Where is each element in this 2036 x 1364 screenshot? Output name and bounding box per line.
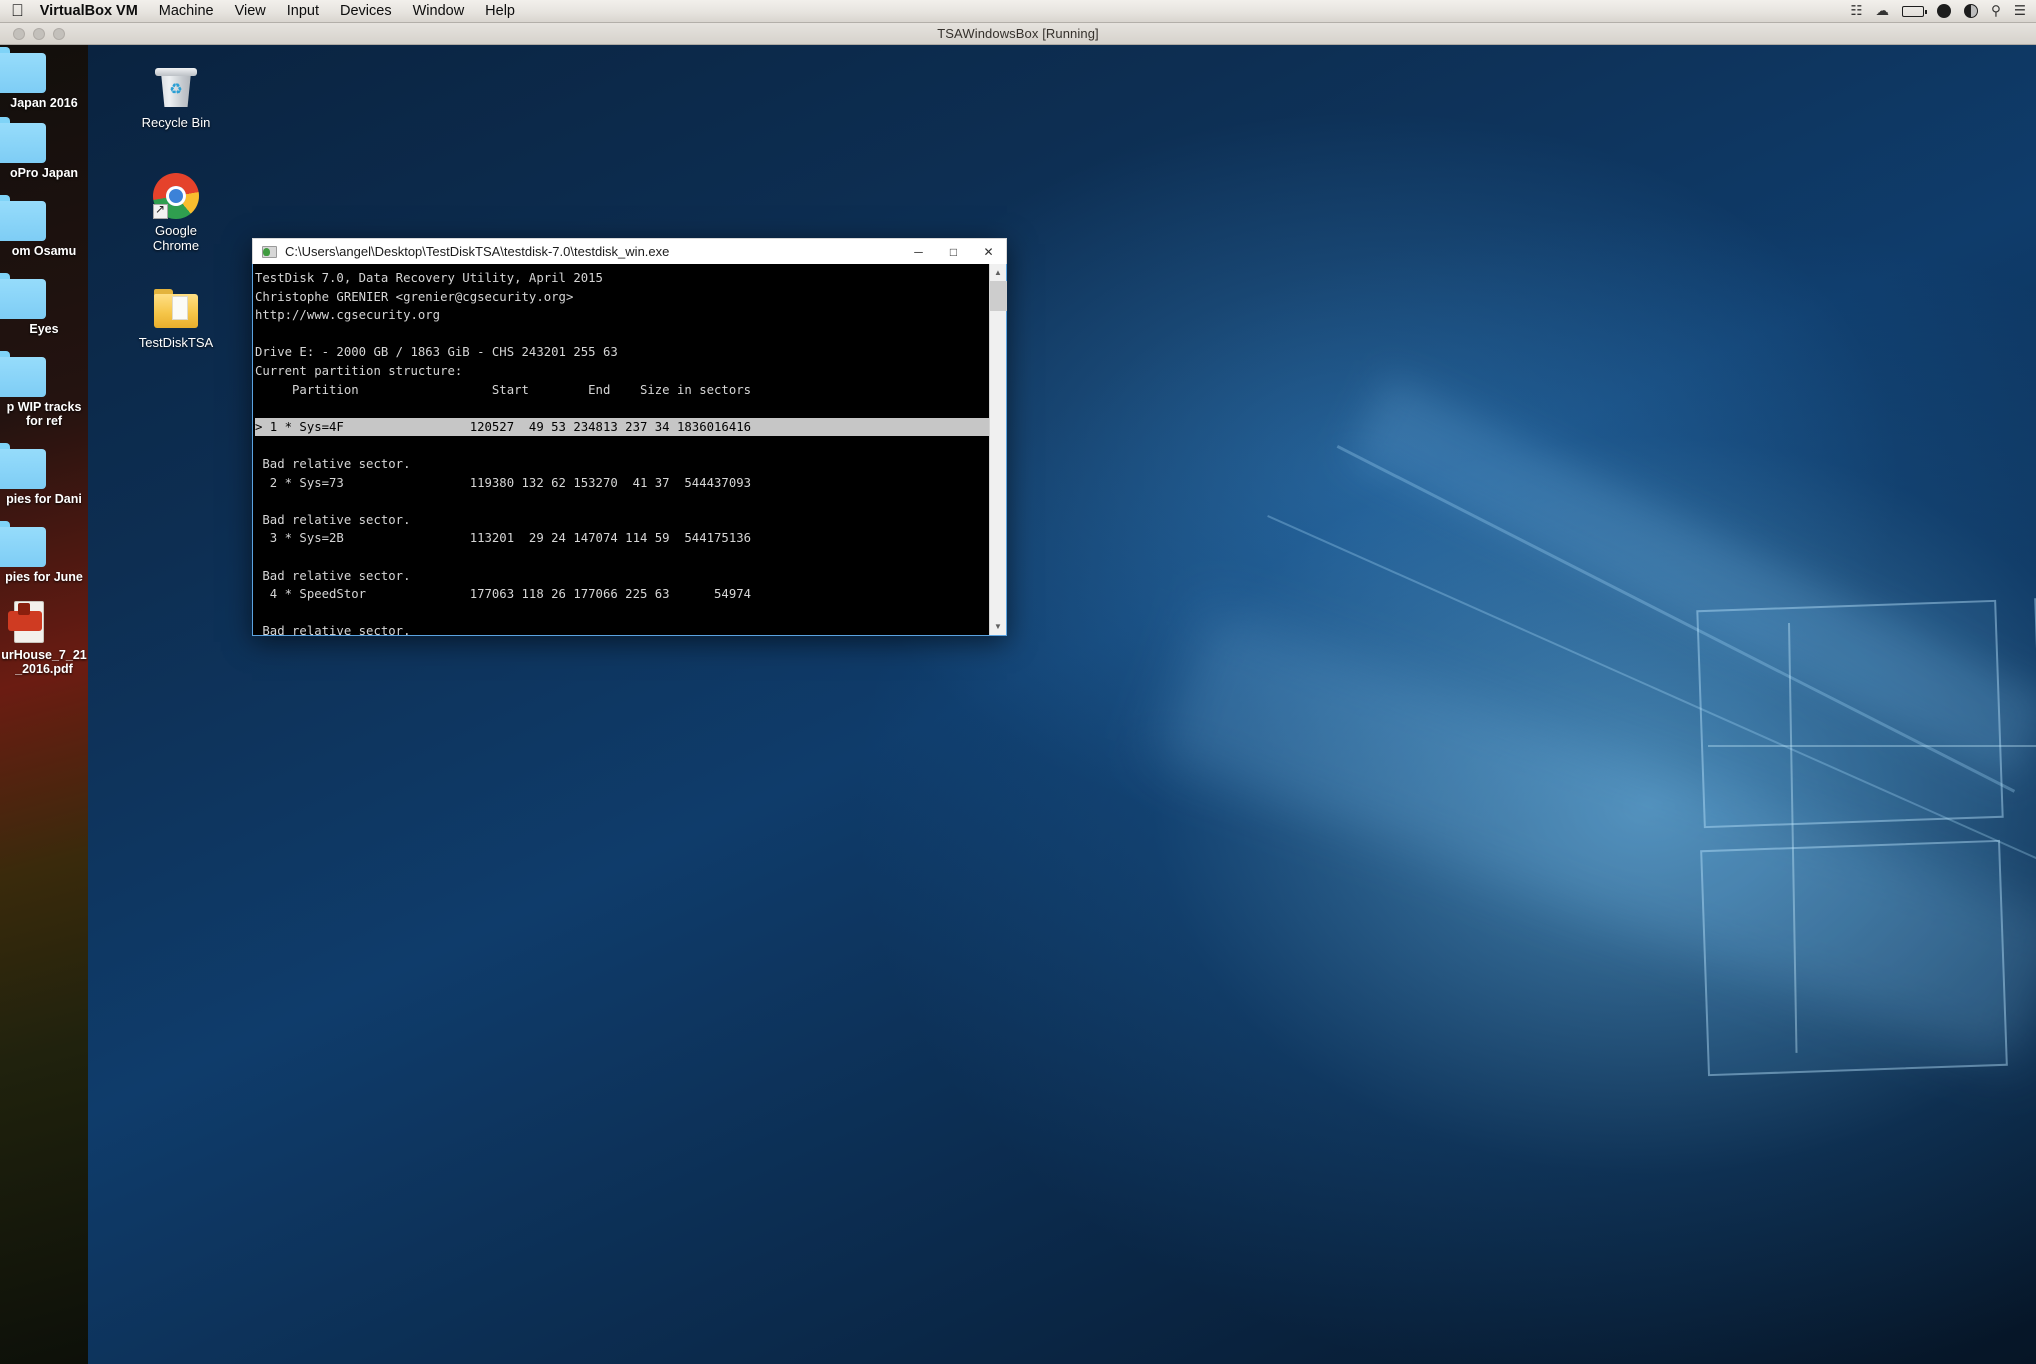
menu-machine[interactable]: Machine: [159, 3, 214, 19]
testdisk-scrollbar[interactable]: ▲ ▼: [989, 264, 1007, 635]
mac-folder-label: pies for June: [5, 570, 83, 584]
chrome-icon: [153, 173, 199, 219]
folder-icon: [0, 117, 46, 163]
mac-folder-label: om Osamu: [11, 244, 77, 258]
testdisk-console-window[interactable]: C:\Users\angel\Desktop\TestDiskTSA\testd…: [252, 238, 1007, 636]
folder-icon: [0, 351, 46, 397]
menu-input[interactable]: Input: [287, 3, 319, 19]
folder-icon: [0, 195, 46, 241]
menu-devices[interactable]: Devices: [340, 3, 392, 19]
mac-folder-wip-tracks[interactable]: p WIP tracks for ref: [0, 351, 88, 428]
desktop-icon-google-chrome[interactable]: Google Chrome: [130, 173, 222, 253]
desktop-icon-testdisktsa[interactable]: TestDiskTSA: [130, 287, 222, 350]
vm-window-titlebar[interactable]: TSAWindowsBox [Running]: [0, 23, 2036, 45]
folder-icon: [0, 521, 46, 567]
terminal-line: Bad relative sector.: [255, 456, 411, 471]
desktop-icon-label: Recycle Bin: [141, 115, 211, 130]
vm-window-title: TSAWindowsBox [Running]: [937, 26, 1099, 41]
window-controls: ─ □ ✕: [901, 239, 1006, 265]
search-icon[interactable]: ⚲: [1991, 3, 2001, 19]
terminal-line: Current partition structure:: [255, 363, 463, 378]
mac-folder-japan-2016[interactable]: Japan 2016: [0, 47, 88, 110]
menu-help[interactable]: Help: [485, 3, 515, 19]
macos-menu-bar:  VirtualBox VM Machine View Input Devic…: [0, 0, 2036, 23]
mac-file-label: urHouse_7_21 _2016.pdf: [1, 648, 87, 676]
folder-icon: [0, 443, 46, 489]
mac-folder-om-osamu[interactable]: om Osamu: [0, 195, 88, 258]
menu-bar-status-area: ☷ ☁ ⚲ ☰: [1850, 3, 2026, 19]
minimize-button[interactable]: ─: [901, 239, 936, 265]
terminal-line: http://www.cgsecurity.org: [255, 308, 441, 323]
virtualbox-vm-window: TSAWindowsBox [Running] Japan 2016 oPro …: [0, 23, 2036, 1364]
wallpaper-pane: [1696, 599, 2004, 829]
testdisk-window-body: TestDisk 7.0, Data Recovery Utility, Apr…: [252, 264, 1007, 636]
mac-folder-eyes[interactable]: Eyes: [0, 273, 88, 336]
menu-window[interactable]: Window: [413, 3, 465, 19]
mac-folder-label: Japan 2016: [10, 96, 78, 110]
terminal-line: Drive E: - 2000 GB / 1863 GiB - CHS 2432…: [255, 345, 618, 360]
desktop-icon-recycle-bin[interactable]: ♻ Recycle Bin: [130, 65, 222, 130]
close-button[interactable]: ✕: [971, 239, 1006, 265]
mac-folder-label: p WIP tracks for ref: [6, 400, 82, 428]
mac-file-ourhouse-pdf[interactable]: urHouse_7_21 _2016.pdf: [0, 599, 88, 676]
testdisk-window-title: C:\Users\angel\Desktop\TestDiskTSA\testd…: [285, 244, 670, 259]
folder-icon: [0, 273, 46, 319]
terminal-line: Partition Start End Size in sectors: [255, 382, 752, 397]
mac-folder-label: Eyes: [29, 322, 59, 336]
terminal-line: > 1 * Sys=4F 120527 49 53 234813 237 34 …: [255, 417, 989, 437]
wallpaper-pane: [1700, 839, 2008, 1077]
mac-folder-label: pies for Dani: [6, 492, 82, 506]
pdf-file-icon: [6, 599, 50, 645]
recycle-bin-icon: ♻: [153, 65, 199, 111]
terminal-line: 2 * Sys=73 119380 132 62 153270 41 37 54…: [255, 475, 752, 490]
terminal-line: Bad relative sector.: [255, 512, 411, 527]
mac-folder-pies-for-june[interactable]: pies for June: [0, 521, 88, 584]
desktop-icon-label: Google Chrome: [152, 223, 200, 253]
terminal-line: Bad relative sector.: [255, 568, 411, 583]
shortcut-arrow-icon: [153, 202, 168, 219]
scrollbar-track[interactable]: [990, 281, 1007, 618]
dropbox-icon[interactable]: ☷: [1850, 3, 1862, 19]
folder-icon: [152, 287, 200, 331]
mac-folder-opro-japan[interactable]: oPro Japan: [0, 117, 88, 180]
cloud-icon[interactable]: ☁: [1876, 3, 1890, 19]
testdisk-icon: [262, 244, 278, 260]
mac-folder-label: oPro Japan: [9, 166, 79, 180]
notification-icon[interactable]: ☰: [2014, 3, 2026, 19]
scrollbar-thumb[interactable]: [990, 281, 1007, 311]
display-icon[interactable]: [1964, 4, 1978, 18]
maximize-button[interactable]: □: [936, 239, 971, 265]
terminal-line: TestDisk 7.0, Data Recovery Utility, Apr…: [255, 271, 603, 285]
menu-view[interactable]: View: [235, 3, 266, 19]
terminal-line: Bad relative sector.: [255, 624, 411, 635]
testdisk-terminal-output[interactable]: TestDisk 7.0, Data Recovery Utility, Apr…: [253, 264, 989, 635]
mac-folder-pies-for-dani[interactable]: pies for Dani: [0, 443, 88, 506]
terminal-line: 3 * Sys=2B 113201 29 24 147074 114 59 54…: [255, 531, 752, 546]
scroll-down-arrow-icon[interactable]: ▼: [990, 618, 1006, 635]
scroll-up-arrow-icon[interactable]: ▲: [990, 264, 1006, 281]
apple-icon[interactable]: : [11, 2, 24, 19]
wallpaper-mullion: [1708, 745, 2036, 747]
macos-desktop-strip: Japan 2016 oPro Japan om Osamu Eyes p WI…: [0, 45, 88, 1364]
volume-icon[interactable]: [1937, 4, 1951, 18]
battery-icon[interactable]: [1902, 5, 1927, 17]
terminal-line: 4 * SpeedStor 177063 118 26 177066 225 6…: [255, 587, 752, 602]
terminal-line: Christophe GRENIER <grenier@cgsecurity.o…: [255, 289, 574, 304]
testdisk-titlebar[interactable]: C:\Users\angel\Desktop\TestDiskTSA\testd…: [252, 238, 1007, 264]
desktop-icon-label: TestDiskTSA: [138, 335, 214, 350]
menu-app-name[interactable]: VirtualBox VM: [40, 3, 138, 19]
selected-partition-row[interactable]: > 1 * Sys=4F 120527 49 53 234813 237 34 …: [255, 417, 989, 437]
folder-icon: [0, 47, 46, 93]
